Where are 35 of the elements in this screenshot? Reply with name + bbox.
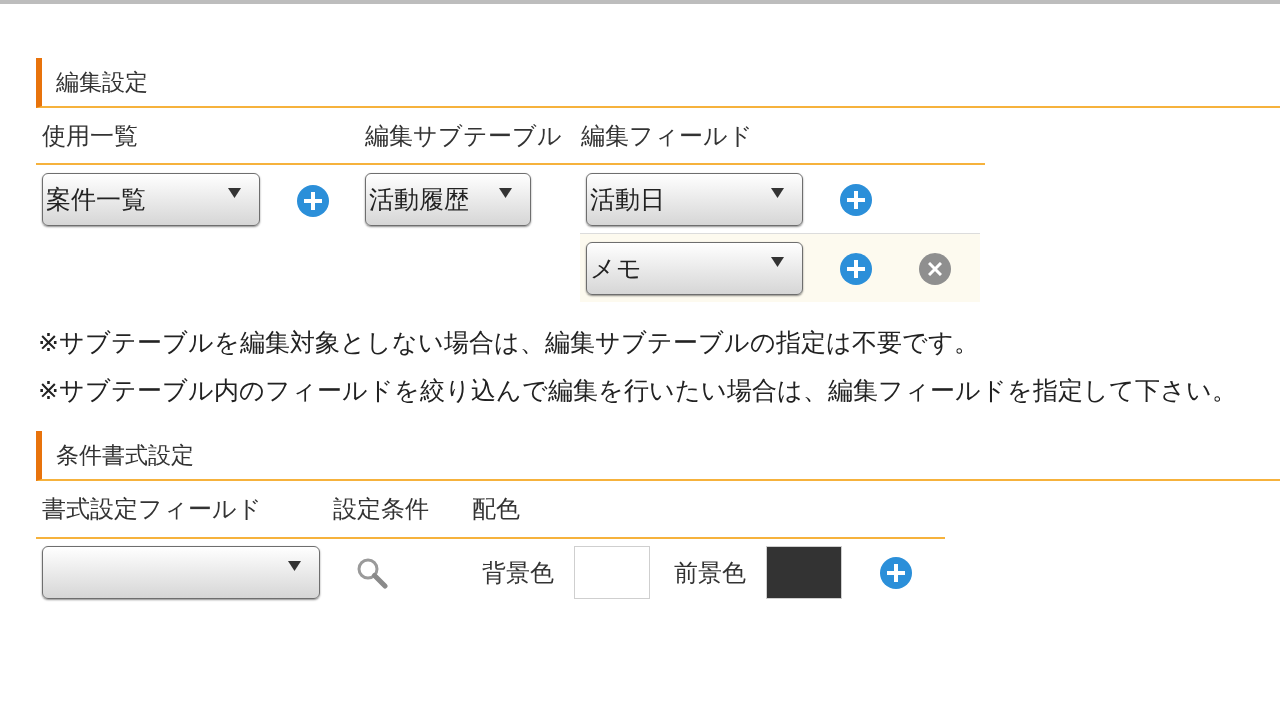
column-header: 編集サブテーブル — [365, 121, 562, 150]
column-header: 書式設定フィールド — [42, 495, 262, 523]
caret-icon — [771, 257, 784, 267]
add-button[interactable] — [840, 183, 872, 216]
close-icon — [928, 261, 942, 276]
add-button[interactable] — [297, 185, 329, 217]
caret-icon — [288, 561, 301, 571]
plus-icon — [847, 259, 865, 278]
note-text: ※サブテーブル内のフィールドを絞り込んで編集を行いたい場合は、編集フィールドを指定して下さい。 — [38, 375, 1238, 407]
note-text: ※サブテーブルを編集対象としない場合は、編集サブテーブルの指定は不要です。 — [38, 327, 980, 359]
column-header: 配色 — [472, 495, 520, 523]
caret-icon — [228, 188, 241, 198]
section-title: 編集設定 — [56, 67, 148, 97]
column-header: 設定条件 — [333, 495, 429, 523]
add-button[interactable] — [840, 252, 872, 285]
color-swatch-icon[interactable] — [574, 546, 650, 599]
caret-icon — [499, 188, 512, 198]
color-swatch-icon[interactable] — [766, 546, 842, 599]
plus-icon — [304, 192, 322, 210]
add-button[interactable] — [880, 556, 912, 589]
color-label: 背景色 — [482, 557, 554, 589]
plus-icon — [847, 190, 865, 209]
column-header: 編集フィールド — [581, 121, 753, 150]
column-header: 使用一覧 — [42, 121, 138, 150]
dropdown[interactable]: 案件一覧 — [42, 173, 260, 226]
caret-icon — [771, 188, 784, 198]
dropdown[interactable] — [42, 546, 320, 599]
section-title: 条件書式設定 — [56, 440, 194, 470]
dropdown[interactable]: 活動履歴 — [365, 173, 531, 226]
dropdown[interactable]: メモ — [586, 242, 803, 295]
search-icon[interactable] — [356, 556, 388, 589]
color-label: 前景色 — [674, 557, 746, 589]
plus-icon — [887, 563, 905, 582]
dropdown[interactable]: 活動日 — [586, 173, 803, 226]
remove-button[interactable] — [919, 252, 951, 285]
